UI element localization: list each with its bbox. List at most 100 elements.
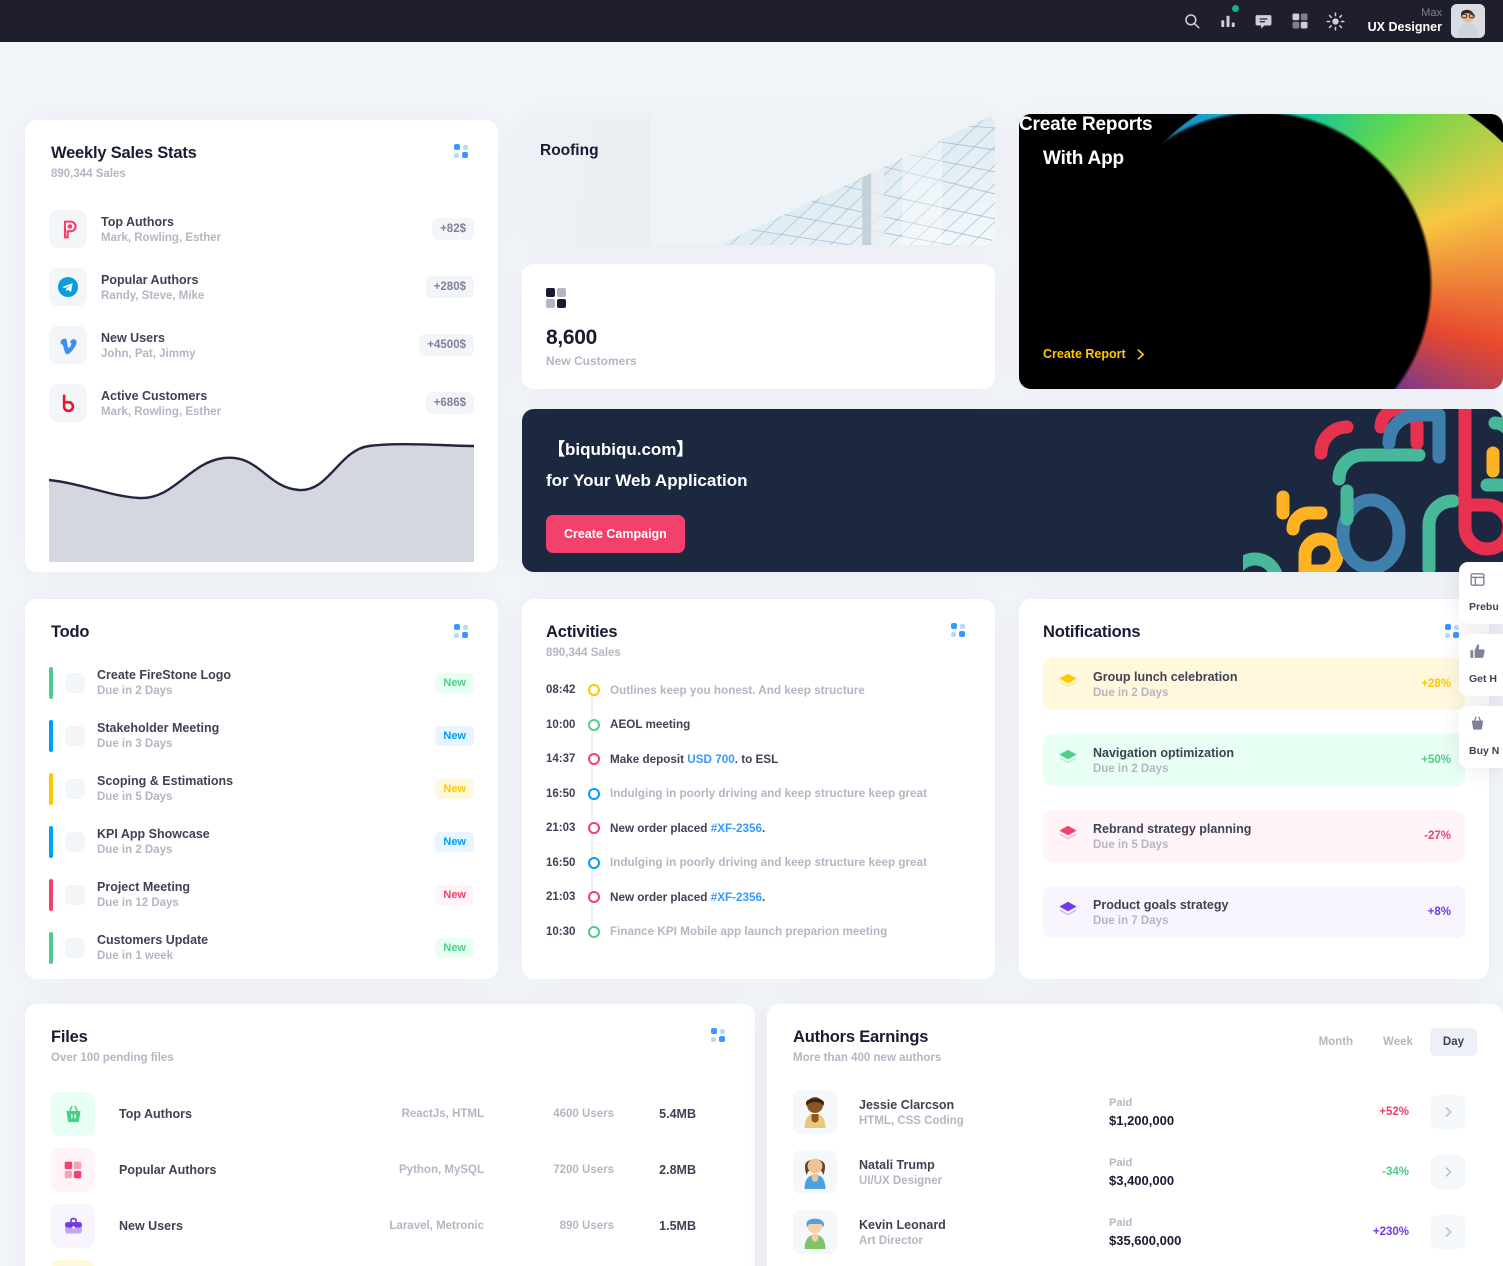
layers-icon [1057,747,1079,774]
chevron-right-icon[interactable] [1431,1215,1465,1249]
weekly-row[interactable]: Popular Authors Randy, Steve, Mike +280$ [49,258,474,316]
todo-title: Todo [51,623,90,641]
activity-item[interactable]: 10:00 AEOL meeting [546,708,971,743]
weekly-row-amount: +82$ [432,218,474,240]
notification-item[interactable]: Group lunch celebration Due in 2 Days +2… [1043,658,1465,710]
notification-item[interactable]: Navigation optimization Due in 2 Days +5… [1043,734,1465,786]
activity-item[interactable]: 21:03 New order placed #XF-2356. [546,880,971,915]
activity-item[interactable]: 10:30 Finance KPI Mobile app launch prep… [546,915,971,950]
chevron-right-icon[interactable] [1431,1095,1465,1129]
buy-now-label: Buy N [1469,745,1500,757]
author-row[interactable]: Natali Trump UI/UX Designer Paid $3,400,… [767,1142,1503,1202]
file-row[interactable]: Active Customers AngularJS, C# 4600 User… [25,1254,755,1266]
more-options-icon[interactable] [711,1028,729,1046]
new-customers-card: 8,600 New Customers [522,264,995,389]
activity-item[interactable]: 21:03 New order placed #XF-2356. [546,811,971,846]
buy-now-button[interactable]: Buy N [1459,706,1503,768]
weekly-row[interactable]: Top Authors Mark, Rowling, Esther +82$ [49,200,474,258]
more-options-icon[interactable] [454,623,472,642]
notification-percent: +50% [1421,754,1451,766]
campaign-banner: 【biqubiqu.com】 for Your Web Application … [522,409,1503,572]
todo-checkbox[interactable] [65,937,85,958]
weekly-row-people: Randy, Steve, Mike [101,289,205,302]
todo-checkbox[interactable] [65,672,85,693]
todo-checkbox[interactable] [65,778,85,799]
avatar[interactable] [1451,4,1485,38]
user-menu[interactable]: Max UX Designer [1368,4,1485,38]
author-row[interactable]: Brad Simmons Successful Fellas Paid $200… [767,1262,1503,1266]
file-row[interactable]: Top Authors ReactJs, HTML 4600 Users 5.4… [25,1086,755,1142]
search-icon[interactable] [1174,3,1210,39]
todo-badge: New [435,778,474,799]
file-users: 7200 Users [553,1164,614,1176]
file-row[interactable]: Popular Authors Python, MySQL 7200 Users… [25,1142,755,1198]
activity-link[interactable]: USD 700 [687,753,734,766]
file-size: 1.5MB [659,1219,696,1233]
avatar [793,1090,837,1134]
weekly-row-name: Top Authors [101,214,174,229]
file-tech: Python, MySQL [399,1164,484,1176]
activity-text: New order placed #XF-2356. [610,821,766,835]
todo-item-due: Due in 2 Days [97,685,173,697]
activity-link[interactable]: #XF-2356 [711,891,762,904]
chevron-right-icon[interactable] [1431,1155,1465,1189]
weekly-row-people: Mark, Rowling, Esther [101,231,222,244]
todo-item[interactable]: KPI App Showcase Due in 2 Days New [25,815,498,868]
notification-item[interactable]: Product goals strategy Due in 7 Days +8% [1043,886,1465,938]
weekly-sales-stats-card: Weekly Sales Stats 890,344 Sales Top Aut… [25,120,498,572]
paid-label: Paid [1109,1156,1133,1169]
create-campaign-button[interactable]: Create Campaign [546,515,685,553]
notification-item[interactable]: Rebrand strategy planning Due in 5 Days … [1043,810,1465,862]
create-report-link[interactable]: Create Report [1043,347,1147,361]
new-customers-value: 8,600 [546,326,598,349]
file-name: Popular Authors [119,1163,217,1177]
notification-name: Rebrand strategy planning [1093,821,1252,836]
file-row[interactable]: New Users Laravel, Metronic 890 Users 1.… [25,1198,755,1254]
activity-item[interactable]: 16:50 Indulging in poorly driving and ke… [546,846,971,881]
earnings-header: Authors Earnings More than 400 new autho… [767,1004,1503,1064]
weekly-row[interactable]: New Users John, Pat, Jimmy +4500$ [49,316,474,374]
tab-day[interactable]: Day [1429,1028,1477,1056]
files-subtitle: Over 100 pending files [51,1052,174,1064]
todo-checkbox[interactable] [65,884,85,905]
tab-week[interactable]: Week [1370,1028,1426,1056]
activity-link[interactable]: #XF-2356 [711,822,762,835]
todo-item[interactable]: Scoping & Estimations Due in 5 Days New [25,762,498,815]
author-name: Jessie Clarcson [859,1097,955,1112]
roofing-card[interactable]: Roofing [522,114,995,245]
todo-item[interactable]: Project Meeting Due in 12 Days New [25,868,498,921]
activity-item[interactable]: 08:42 Outlines keep you honest. And keep… [546,673,971,708]
chat-bubble-icon[interactable] [1246,3,1282,39]
todo-badge: New [435,884,474,905]
todo-item[interactable]: Customers Update Due in 1 week New [25,921,498,974]
apps-grid-icon[interactable] [1282,3,1318,39]
file-users: 4600 Users [553,1108,614,1120]
dashboard-page: Weekly Sales Stats 890,344 Sales Top Aut… [0,42,1503,1266]
activity-item[interactable]: 14:37 Make deposit USD 700. to ESL [546,742,971,777]
bar-chart-icon[interactable] [1210,3,1246,39]
more-options-icon[interactable] [454,144,472,162]
floating-toolbar: Prebu Get H Buy N [1459,562,1503,768]
file-name: New Users [119,1219,183,1233]
author-row[interactable]: Kevin Leonard Art Director Paid $35,600,… [767,1202,1503,1262]
earnings-subtitle: More than 400 new authors [793,1052,942,1064]
author-role: HTML, CSS Coding [859,1114,964,1127]
arrow-right-icon [1137,348,1144,360]
activity-time: 14:37 [546,753,576,766]
todo-checkbox[interactable] [65,831,85,852]
get-help-button[interactable]: Get H [1459,634,1503,696]
todo-badge: New [435,672,474,693]
tab-month[interactable]: Month [1306,1028,1366,1056]
activity-item[interactable]: 16:50 Indulging in poorly driving and ke… [546,777,971,812]
more-options-icon[interactable] [951,623,969,641]
author-row[interactable]: Jessie Clarcson HTML, CSS Coding Paid $1… [767,1082,1503,1142]
notifications-card: Notifications Group lunch celebration Du… [1019,599,1489,979]
activity-time: 08:42 [546,684,576,697]
todo-item[interactable]: Create FireStone Logo Due in 2 Days New [25,656,498,709]
prebuilt-button[interactable]: Prebu [1459,562,1503,624]
brightness-icon[interactable] [1318,3,1354,39]
todo-checkbox[interactable] [65,725,85,746]
todo-item[interactable]: Stakeholder Meeting Due in 3 Days New [25,709,498,762]
weekly-title: Weekly Sales Stats [51,144,197,162]
avatar [793,1210,837,1254]
